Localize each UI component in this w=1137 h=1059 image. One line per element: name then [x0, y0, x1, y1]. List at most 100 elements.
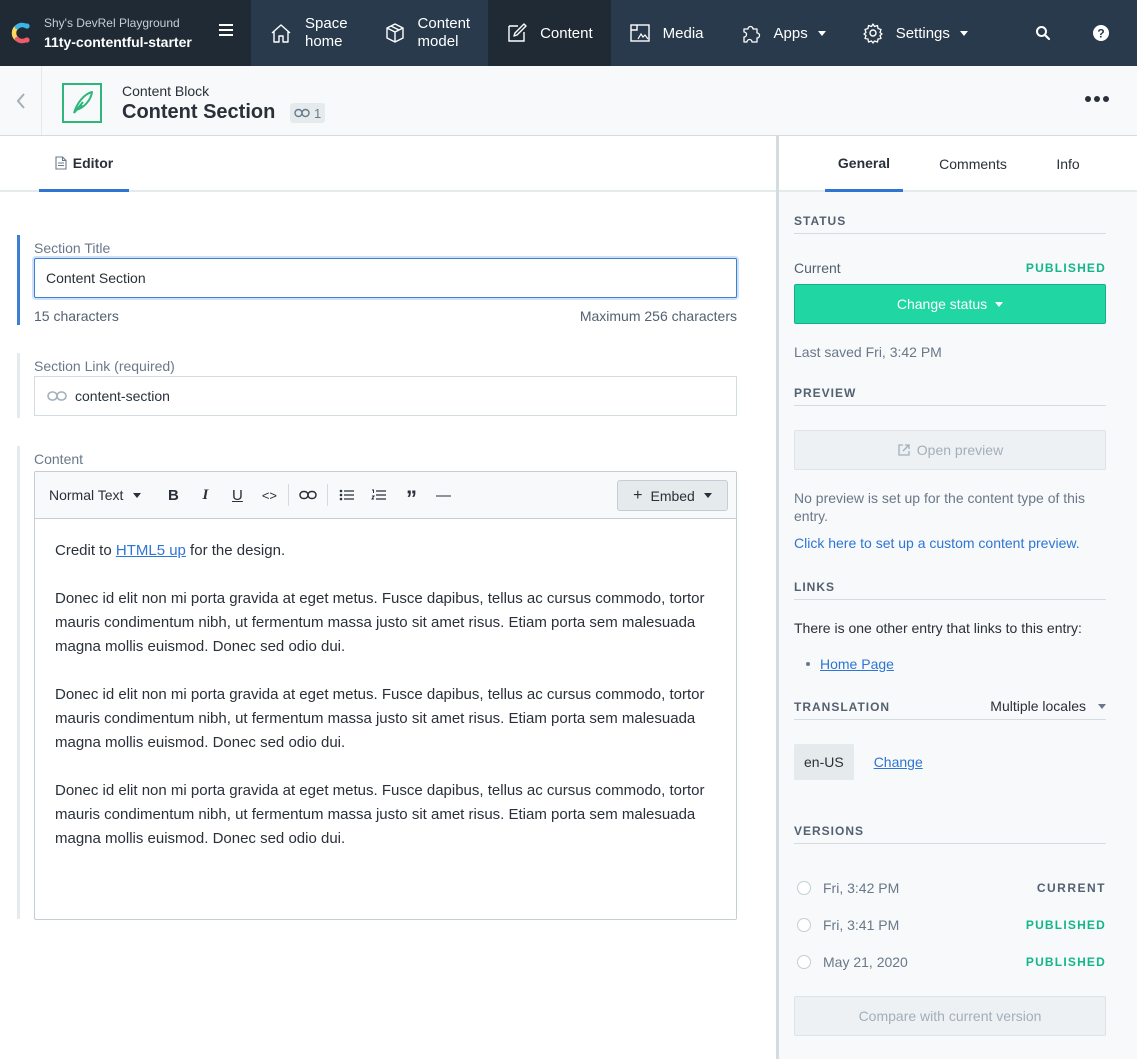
text: Credit to — [55, 542, 116, 559]
change-status-button[interactable]: Change status — [794, 284, 1106, 324]
chevron-down-icon — [959, 30, 968, 36]
input-value: content-section — [75, 388, 170, 404]
open-preview-button[interactable]: Open preview — [794, 430, 1106, 470]
chevron-down-icon — [817, 30, 826, 36]
translation-heading: TRANSLATION Multiple locales — [794, 698, 1106, 720]
version-item[interactable]: May 21, 2020 PUBLISHED — [794, 943, 1106, 980]
setup-preview-link[interactable]: Click here to set up a custom content pr… — [794, 535, 1106, 551]
space-environment-name: 11ty-contentful-starter — [44, 34, 192, 50]
paragraph: Donec id elit non mi porta gravida at eg… — [55, 686, 705, 751]
tab-editor-label: Editor — [72, 154, 114, 171]
horizontal-rule-button[interactable]: — — [427, 479, 459, 511]
home-page-link[interactable]: Home Page — [820, 656, 894, 672]
links-heading: LINKS — [794, 578, 1106, 600]
html5up-link[interactable]: HTML5 up — [116, 542, 186, 559]
tab-general[interactable]: General — [825, 136, 903, 192]
field-section-link: Section Link (required) content-section — [17, 353, 737, 418]
more-options-icon[interactable] — [1085, 96, 1109, 102]
search-button[interactable] — [1014, 0, 1072, 66]
rich-text-body[interactable]: Credit to HTML5 up for the design. Donec… — [35, 519, 736, 919]
version-status: CURRENT — [1036, 880, 1106, 895]
tab-comments[interactable]: Comments — [931, 136, 1015, 192]
nav-label: home — [305, 33, 343, 50]
hyperlink-button[interactable] — [292, 479, 324, 511]
locale-mode-select[interactable]: Multiple locales — [990, 698, 1106, 714]
back-button[interactable] — [0, 66, 42, 135]
version-item[interactable]: Fri, 3:41 PM PUBLISHED — [794, 906, 1106, 943]
text-style-dropdown[interactable]: Normal Text — [49, 487, 142, 503]
nav-space-home[interactable]: Space home — [251, 0, 366, 66]
field-label: Content — [34, 451, 84, 467]
radio-button[interactable] — [797, 954, 811, 969]
heading-text: TRANSLATION — [794, 700, 891, 714]
tab-editor[interactable]: Editor — [39, 136, 129, 192]
reference-count-badge[interactable]: 1 — [290, 103, 326, 123]
status-heading: STATUS — [794, 212, 1106, 234]
nav-media[interactable]: Media — [611, 0, 722, 66]
italic-button[interactable]: I — [189, 479, 221, 511]
field-label: Section Link (required) — [34, 358, 175, 374]
entry-title: Content Section — [122, 101, 276, 123]
search-icon — [1035, 26, 1051, 41]
toolbar-divider — [288, 484, 290, 506]
tab-info[interactable]: Info — [1047, 136, 1089, 192]
nav-settings[interactable]: Settings — [844, 0, 986, 66]
nav-apps[interactable]: Apps — [722, 0, 844, 66]
bold-button[interactable]: B — [157, 479, 189, 511]
preview-note: No preview is set up for the content typ… — [794, 490, 1086, 524]
numbered-list-icon — [371, 489, 387, 500]
section-title-input[interactable]: Content Section — [34, 258, 737, 298]
radio-button[interactable] — [797, 917, 811, 932]
input-value: Content Section — [46, 270, 146, 286]
bulleted-list-button[interactable] — [331, 479, 363, 511]
version-item[interactable]: Fri, 3:42 PM CURRENT — [794, 869, 1106, 906]
nav-label: Media — [662, 24, 704, 42]
help-button[interactable]: ? — [1072, 0, 1130, 66]
top-navigation: Shy's DevRel Playground 11ty-contentful-… — [0, 0, 1137, 66]
paragraph: Credit to HTML5 up for the design. — [55, 539, 716, 563]
change-status-label: Change status — [896, 296, 988, 312]
sidebar-tab-bar: General Comments Info — [779, 136, 1137, 192]
help-icon: ? — [1092, 25, 1109, 41]
linked-entry: Home Page — [806, 656, 1106, 672]
space-switcher[interactable]: Shy's DevRel Playground 11ty-contentful-… — [0, 0, 251, 66]
section-link-input[interactable]: content-section — [34, 376, 737, 416]
cube-icon — [385, 23, 404, 43]
feather-pen-icon — [62, 83, 102, 123]
change-locale-link[interactable]: Change — [874, 754, 923, 770]
code-button[interactable]: <> — [253, 479, 285, 511]
link-icon — [294, 108, 310, 118]
field-content: Content Normal Text B I U <> ” — + Embed… — [17, 446, 737, 920]
radio-button[interactable] — [797, 880, 811, 895]
plus-icon: + — [633, 486, 643, 504]
chevron-down-icon — [1098, 703, 1106, 709]
editor-tab-bar: Editor — [0, 136, 776, 192]
nav-label: model — [417, 33, 459, 50]
bulleted-list-icon — [340, 489, 355, 501]
nav-content-model[interactable]: Content model — [366, 0, 489, 66]
heading-text: PREVIEW — [794, 386, 857, 400]
nav-label: Space — [305, 15, 348, 32]
character-limit: Maximum 256 characters — [579, 308, 737, 324]
compare-versions-button[interactable]: Compare with current version — [794, 996, 1106, 1036]
quote-button[interactable]: ” — [395, 479, 427, 511]
embed-button[interactable]: + Embed — [617, 480, 728, 511]
bullet — [806, 662, 810, 666]
versions-list: Fri, 3:42 PM CURRENT Fri, 3:41 PM PUBLIS… — [794, 869, 1106, 980]
document-icon — [55, 155, 67, 170]
paragraph: Donec id elit non mi porta gravida at eg… — [55, 782, 705, 847]
nav-label: Content — [540, 24, 593, 42]
entry-header: Content Block Content Section 1 — [0, 66, 1137, 136]
underline-button[interactable]: U — [221, 479, 253, 511]
current-label: Current — [794, 260, 841, 276]
hamburger-menu-icon[interactable] — [219, 24, 233, 36]
last-saved: Last saved Fri, 3:42 PM — [794, 344, 942, 360]
chevron-down-icon — [133, 492, 142, 498]
field-label: Section Title — [34, 240, 111, 256]
numbered-list-button[interactable] — [363, 479, 395, 511]
home-icon — [271, 24, 291, 43]
nav-content[interactable]: Content — [488, 0, 611, 66]
content-type-name: Content Block — [122, 83, 210, 99]
puzzle-icon — [742, 25, 760, 43]
nav-label: Content — [417, 15, 471, 32]
